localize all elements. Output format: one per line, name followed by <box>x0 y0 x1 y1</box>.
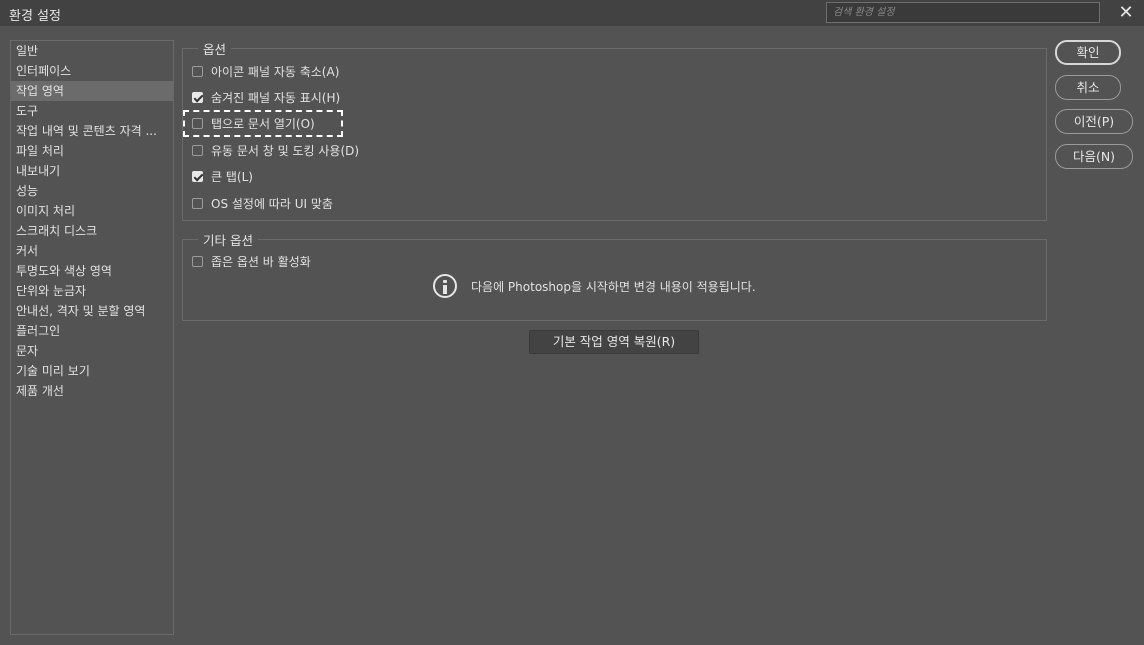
option-label: 큰 탭(L) <box>211 169 253 184</box>
other-options-group-title: 기타 옵션 <box>198 230 258 249</box>
checkbox[interactable] <box>192 255 203 267</box>
dialog-title: 환경 설정 <box>9 9 61 24</box>
info-icon <box>433 274 457 298</box>
sidebar-item-file-handling[interactable]: 파일 처리 <box>11 141 173 161</box>
floating-document-window-docking-option[interactable]: 유동 문서 창 및 도킹 사용(D) <box>192 141 359 159</box>
checkbox-checked[interactable] <box>192 91 203 103</box>
checkbox[interactable] <box>192 117 203 129</box>
sidebar-item-interface[interactable]: 인터페이스 <box>11 61 173 81</box>
sidebar-item-general[interactable]: 일반 <box>11 41 173 61</box>
sidebar-item-export[interactable]: 내보내기 <box>11 161 173 181</box>
restore-default-workspaces-button[interactable]: 기본 작업 영역 복원(R) <box>529 330 699 354</box>
checkbox[interactable] <box>192 144 203 156</box>
sidebar-item-guides-grid-slices[interactable]: 안내선, 격자 및 분할 영역 <box>11 301 173 321</box>
checkbox[interactable] <box>192 65 203 77</box>
sidebar-item-workspace[interactable]: 작업 영역 <box>11 81 173 101</box>
checkbox-checked[interactable] <box>192 170 203 182</box>
sidebar-item-scratch-disks[interactable]: 스크래치 디스크 <box>11 221 173 241</box>
open-documents-as-tabs-option[interactable]: 탭으로 문서 열기(O) <box>192 114 315 132</box>
close-icon[interactable]: ✕ <box>1117 4 1135 22</box>
option-label: 유동 문서 창 및 도킹 사용(D) <box>211 143 360 158</box>
large-tabs-option[interactable]: 큰 탭(L) <box>192 167 253 185</box>
sidebar-item-performance[interactable]: 성능 <box>11 181 173 201</box>
sidebar-item-history-content-credentials[interactable]: 작업 내역 및 콘텐츠 자격 ... <box>11 121 173 141</box>
sidebar: 일반 인터페이스 작업 영역 도구 작업 내역 및 콘텐츠 자격 ... 파일 … <box>10 40 174 635</box>
checkbox[interactable] <box>192 197 203 209</box>
narrow-options-bar-option[interactable]: 좁은 옵션 바 활성화 <box>192 252 311 270</box>
sidebar-item-cursors[interactable]: 커서 <box>11 241 173 261</box>
option-label: OS 설정에 따라 UI 맞춤 <box>211 196 333 211</box>
sidebar-item-technology-previews[interactable]: 기술 미리 보기 <box>11 361 173 381</box>
option-label: 좁은 옵션 바 활성화 <box>211 254 311 269</box>
sidebar-item-product-improvement[interactable]: 제품 개선 <box>11 381 173 401</box>
restart-notice-text: 다음에 Photoshop을 시작하면 변경 내용이 적용됩니다. <box>471 279 756 294</box>
cancel-button[interactable]: 취소 <box>1055 75 1121 100</box>
sidebar-item-units-rulers[interactable]: 단위와 눈금자 <box>11 281 173 301</box>
options-group-title: 옵션 <box>198 39 232 58</box>
sidebar-item-image-processing[interactable]: 이미지 처리 <box>11 201 173 221</box>
restart-notice: 다음에 Photoshop을 시작하면 변경 내용이 적용됩니다. <box>433 274 756 298</box>
auto-collapse-icon-panels-option[interactable]: 아이콘 패널 자동 축소(A) <box>192 62 339 80</box>
search-input[interactable] <box>826 2 1100 23</box>
next-button[interactable]: 다음(N) <box>1055 144 1133 169</box>
sidebar-item-transparency-gamut[interactable]: 투명도와 색상 영역 <box>11 261 173 281</box>
option-label: 탭으로 문서 열기(O) <box>211 116 315 131</box>
option-label: 숨겨진 패널 자동 표시(H) <box>211 90 341 105</box>
sidebar-item-type[interactable]: 문자 <box>11 341 173 361</box>
auto-show-hidden-panels-option[interactable]: 숨겨진 패널 자동 표시(H) <box>192 88 340 106</box>
sidebar-item-tools[interactable]: 도구 <box>11 101 173 121</box>
prev-button[interactable]: 이전(P) <box>1055 109 1133 134</box>
scale-ui-to-os-option[interactable]: OS 설정에 따라 UI 맞춤 <box>192 194 333 212</box>
title-bar: 환경 설정 ✕ <box>0 0 1144 26</box>
ok-button[interactable]: 확인 <box>1055 40 1121 65</box>
sidebar-item-plugins[interactable]: 플러그인 <box>11 321 173 341</box>
option-label: 아이콘 패널 자동 축소(A) <box>211 64 340 79</box>
